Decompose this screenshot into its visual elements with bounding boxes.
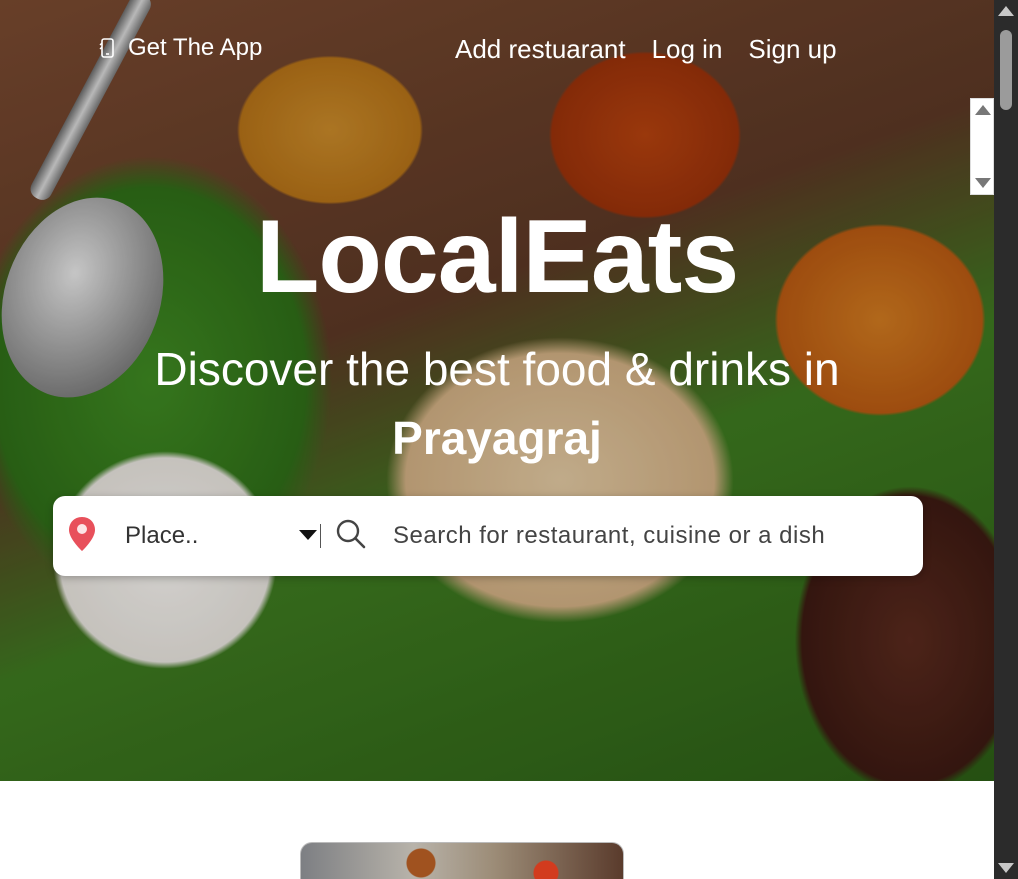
brand-title: LocalEats (255, 199, 739, 315)
get-app-label: Get The App (128, 34, 263, 61)
get-app-link[interactable]: Get The App (98, 34, 262, 62)
place-dropdown-value: Place.. (125, 522, 199, 549)
scrollbar-thumb[interactable] (1000, 30, 1012, 110)
add-restaurant-link[interactable]: Add restuarant (455, 34, 626, 65)
scroll-up-icon[interactable] (975, 105, 991, 115)
scrollbar-down-arrow-icon[interactable] (998, 863, 1014, 873)
search-divider (320, 524, 321, 548)
chevron-down-icon (299, 530, 317, 540)
hero-section: Get The App Add restuarant Log in Sign u… (0, 0, 994, 781)
search-input[interactable] (393, 514, 908, 558)
search-bar: Place.. (53, 496, 923, 576)
hero-city: Prayagraj (392, 412, 602, 464)
window-scrollbar[interactable] (994, 0, 1018, 879)
top-nav: Get The App Add restuarant Log in Sign u… (0, 34, 994, 70)
scrollbar-up-arrow-icon[interactable] (998, 6, 1014, 16)
hero-tagline: Discover the best food & drinks in (154, 343, 840, 395)
inner-scroll-widget[interactable] (970, 98, 994, 195)
page: Get The App Add restuarant Log in Sign u… (0, 0, 994, 879)
login-link[interactable]: Log in (652, 34, 723, 65)
location-pin-icon (69, 517, 95, 551)
nav-links: Add restuarant Log in Sign up (455, 34, 837, 65)
phone-icon (99, 38, 114, 58)
place-dropdown[interactable]: Place.. (125, 516, 317, 556)
signup-link[interactable]: Sign up (748, 34, 836, 65)
search-icon (336, 519, 366, 549)
collection-card-image[interactable] (300, 842, 624, 879)
scroll-down-icon[interactable] (975, 178, 991, 188)
